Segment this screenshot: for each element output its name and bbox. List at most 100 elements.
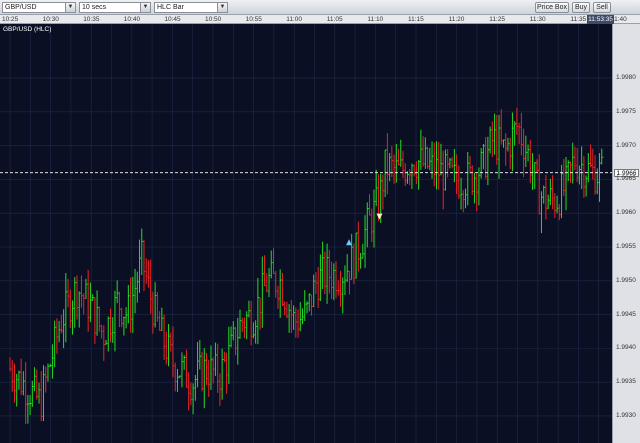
hlc-bar <box>480 148 483 179</box>
hlc-bar <box>335 261 338 299</box>
time-tick: 11:35 <box>570 16 587 23</box>
time-tick: 10:50 <box>205 16 222 23</box>
chart-style-select[interactable]: HLC Bar ▼ <box>154 2 228 13</box>
hlc-bar <box>145 258 148 284</box>
hlc-bar <box>60 314 63 334</box>
hlc-bar <box>161 307 164 332</box>
hlc-bar <box>159 311 162 331</box>
hlc-bar <box>288 304 291 333</box>
buy-button[interactable]: Buy <box>572 2 590 13</box>
hlc-bar <box>344 265 347 296</box>
hlc-bar <box>241 317 244 333</box>
hlc-bar <box>121 307 124 328</box>
hlc-bar <box>594 155 597 195</box>
sell-button[interactable]: Sell <box>593 2 611 13</box>
chevron-down-icon[interactable]: ▼ <box>65 3 75 12</box>
hlc-bar <box>219 373 222 406</box>
hlc-bar <box>107 316 110 352</box>
hlc-bar <box>509 137 512 170</box>
time-tick: 10:25 <box>2 16 19 23</box>
hlc-bar <box>527 144 530 162</box>
hlc-bar <box>601 148 604 165</box>
hlc-bar <box>183 355 186 370</box>
price-tick-label: 1.9945 <box>616 310 636 318</box>
hlc-bar <box>266 273 269 293</box>
buy-up-arrow-icon[interactable] <box>346 239 353 246</box>
price-tick-label: 1.9960 <box>616 209 636 217</box>
chart-plot-area[interactable]: GBP/USD (HLC) <box>0 24 612 443</box>
hlc-bar <box>118 291 122 328</box>
hlc-bar <box>342 277 345 314</box>
chevron-down-icon[interactable]: ▼ <box>140 3 150 12</box>
hlc-bar <box>13 363 17 403</box>
price-axis[interactable]: 1.9966 1.9980 1.9975 1.9970 1.9965 1.9960 1.9… <box>612 24 640 443</box>
hlc-bar <box>230 326 233 348</box>
hlc-bar <box>534 162 537 190</box>
hlc-bar <box>295 307 298 338</box>
hlc-bar <box>496 114 499 165</box>
hlc-bar <box>228 326 231 385</box>
chart-style-value: HLC Bar <box>157 4 184 11</box>
time-tick: 10:45 <box>164 16 181 23</box>
hlc-bar <box>386 133 389 195</box>
hlc-bar <box>306 301 309 314</box>
instrument-select[interactable]: GBP/USD ▼ <box>2 2 76 13</box>
hlc-bar <box>324 251 327 295</box>
hlc-bar <box>123 316 126 336</box>
hlc-bar <box>413 164 416 177</box>
chevron-down-icon[interactable]: ▼ <box>217 3 227 12</box>
hlc-bar <box>518 122 521 145</box>
hlc-bar <box>317 267 320 309</box>
hlc-bar <box>255 320 258 344</box>
hlc-bar <box>554 192 557 219</box>
hlc-bar <box>237 317 240 365</box>
hlc-bar <box>400 139 403 167</box>
hlc-bar <box>375 169 378 207</box>
hlc-bar <box>270 250 273 279</box>
hlc-bar <box>36 369 39 400</box>
hlc-bar <box>147 260 151 288</box>
price-box-button[interactable]: Price Box <box>535 2 569 13</box>
hlc-bar <box>543 185 546 204</box>
hlc-bar <box>310 294 314 316</box>
hlc-bar <box>389 153 392 182</box>
hlc-bar <box>398 148 401 166</box>
time-tick: 10:40 <box>123 16 141 23</box>
hlc-bar <box>87 269 90 332</box>
hlc-bar <box>478 167 481 206</box>
hlc-bar <box>572 142 575 184</box>
hlc-bar <box>290 299 293 333</box>
hlc-bar <box>29 395 32 416</box>
chart-toolbar: GBP/USD ▼ 10 secs ▼ HLC Bar ▼ Price Box … <box>0 0 640 15</box>
hlc-bar <box>31 380 34 408</box>
hlc-bar <box>116 280 119 304</box>
hlc-bar <box>465 188 468 209</box>
hlc-bar <box>210 345 213 390</box>
hlc-bar <box>114 290 117 352</box>
time-tick: 11:00 <box>286 16 302 23</box>
hlc-bar <box>440 143 443 176</box>
hlc-bar <box>420 129 423 170</box>
hlc-bar <box>45 366 48 393</box>
interval-select[interactable]: 10 secs ▼ <box>79 2 151 13</box>
hlc-bar <box>83 293 86 315</box>
hlc-bar <box>458 165 461 200</box>
hlc-bar <box>552 175 555 209</box>
hlc-bar <box>179 375 182 379</box>
hlc-bar <box>498 115 501 179</box>
hlc-bar <box>502 139 506 148</box>
hlc-bar <box>112 317 115 343</box>
hlc-bar <box>360 252 363 269</box>
hlc-bar <box>257 278 260 345</box>
hlc-bar <box>235 327 238 356</box>
hlc-bar <box>587 153 590 183</box>
hlc-bar <box>272 248 276 274</box>
hlc-bar <box>449 157 452 169</box>
price-tick-label: 1.9975 <box>616 107 636 115</box>
hlc-bar <box>402 150 405 178</box>
hlc-bar <box>453 148 456 183</box>
sell-down-arrow-icon[interactable] <box>376 213 383 220</box>
hlc-bar <box>505 133 508 166</box>
hlc-bar <box>482 143 485 170</box>
hlc-bar <box>422 136 425 167</box>
